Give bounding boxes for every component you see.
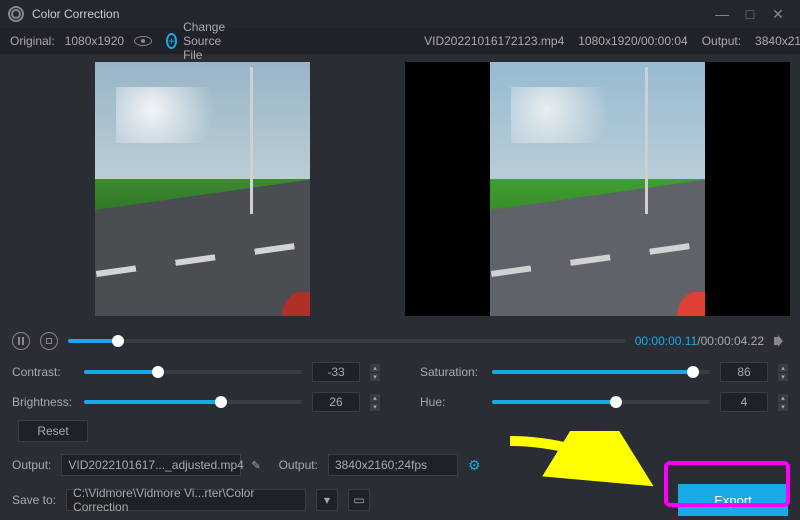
time-display: 00:00:00.11/00:00:04.22 [635,334,764,348]
saturation-down[interactable]: ▾ [778,373,788,381]
contrast-slider[interactable] [84,370,302,374]
plus-icon: + [166,33,177,49]
export-button[interactable]: Export [678,484,788,516]
brightness-label: Brightness: [12,395,74,409]
maximize-button[interactable]: □ [736,4,764,24]
preview-adjusted [405,62,790,316]
source-filename: VID20221016172123.mp4 [424,34,564,48]
gear-icon[interactable]: ⚙ [468,457,481,474]
brightness-row: Brightness: 26 ▴▾ [12,392,380,412]
slider-grid: Contrast: -33 ▴▾ Saturation: 86 ▴▾ Brigh… [12,362,788,412]
saturation-value[interactable]: 86 [720,362,768,382]
contrast-label: Contrast: [12,365,74,379]
stop-button[interactable] [40,332,58,350]
preview-original [10,62,395,316]
save-to-label: Save to: [12,493,56,507]
source-fileinfo: 1080x1920/00:00:04 [578,34,687,48]
saturation-slider[interactable] [492,370,710,374]
hue-row: Hue: 4 ▴▾ [420,392,788,412]
time-current: 00:00:00.11 [635,334,698,348]
output-res-label: Output: [702,34,741,48]
contrast-up[interactable]: ▴ [370,364,380,372]
close-button[interactable]: ✕ [764,4,792,24]
contrast-value[interactable]: -33 [312,362,360,382]
hue-up[interactable]: ▴ [778,394,788,402]
hue-slider[interactable] [492,400,710,404]
hue-label: Hue: [420,395,482,409]
contrast-row: Contrast: -33 ▴▾ [12,362,380,382]
pause-button[interactable] [12,332,30,350]
time-total: 00:00:04.22 [701,334,764,348]
transport-row: 00:00:00.11/00:00:04.22 [12,332,788,350]
change-source-label: Change Source File [183,20,230,62]
minimize-button[interactable]: — [708,4,736,24]
brightness-value[interactable]: 26 [312,392,360,412]
output-file-label: Output: [12,458,51,472]
info-bar: Original: 1080x1920 + Change Source File… [0,28,800,54]
saturation-label: Saturation: [420,365,482,379]
save-path-field[interactable]: C:\Vidmore\Vidmore Vi...rter\Color Corre… [66,489,306,511]
pencil-icon[interactable]: ✎ [251,459,260,472]
saturation-row: Saturation: 86 ▴▾ [420,362,788,382]
hue-value[interactable]: 4 [720,392,768,412]
output-format-field[interactable]: 3840x2160;24fps [328,454,458,476]
preview-area [0,54,800,324]
original-resolution: 1080x1920 [65,34,124,48]
output-format-label: Output: [279,458,318,472]
original-label: Original: [10,34,55,48]
hue-down[interactable]: ▾ [778,403,788,411]
output-row: Output: VID2022101617..._adjusted.mp4 ✎ … [0,450,800,480]
eye-icon[interactable] [134,36,152,46]
output-filename-field[interactable]: VID2022101617..._adjusted.mp4 [61,454,241,476]
open-folder-button[interactable]: ▭ [348,489,370,511]
output-resolution: 3840x2160 [755,34,800,48]
speaker-icon[interactable] [774,334,788,348]
window-title: Color Correction [32,7,708,21]
brightness-up[interactable]: ▴ [370,394,380,402]
controls-panel: 00:00:00.11/00:00:04.22 Contrast: -33 ▴▾… [0,324,800,450]
reset-button[interactable]: Reset [18,420,88,442]
contrast-down[interactable]: ▾ [370,373,380,381]
change-source-button[interactable]: + Change Source File [166,20,410,62]
app-icon [8,6,24,22]
brightness-down[interactable]: ▾ [370,403,380,411]
saturation-up[interactable]: ▴ [778,364,788,372]
progress-slider[interactable] [68,339,625,343]
save-dropdown[interactable]: ▾ [316,489,338,511]
save-row: Save to: C:\Vidmore\Vidmore Vi...rter\Co… [0,480,800,520]
brightness-slider[interactable] [84,400,302,404]
